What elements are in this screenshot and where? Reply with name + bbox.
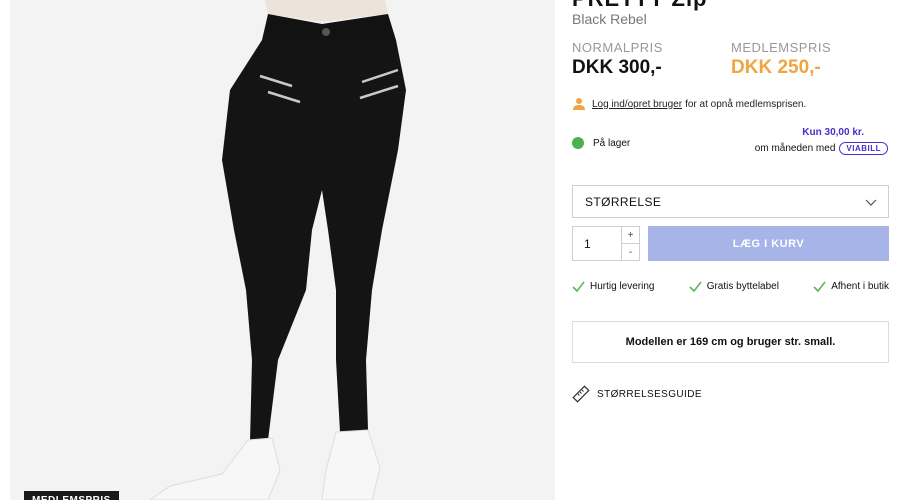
stock-label: På lager bbox=[593, 137, 631, 149]
user-icon bbox=[573, 98, 585, 110]
product-details: PRETTY Zip Black Rebel NORMALPRIS DKK 30… bbox=[572, 0, 890, 500]
size-select[interactable]: STØRRELSE bbox=[572, 185, 889, 218]
usp-list: Hurtig levering Gratis byttelabel Afhent… bbox=[572, 280, 889, 293]
stock-status: På lager bbox=[572, 137, 630, 149]
model-info: Modellen er 169 cm og bruger str. small. bbox=[572, 321, 889, 363]
member-price: MEDLEMSPRIS DKK 250,- bbox=[731, 40, 831, 79]
quantity-decrease-button[interactable]: - bbox=[622, 243, 639, 260]
login-prompt: Log ind/opret bruger for at opnå medlems… bbox=[572, 97, 806, 111]
usp-item: Gratis byttelabel bbox=[689, 280, 779, 293]
product-brand: Black Rebel bbox=[572, 11, 647, 27]
quantity-stepper[interactable]: 1 + - bbox=[572, 226, 640, 261]
usp-item: Hurtig levering bbox=[572, 280, 654, 293]
viabill-logo[interactable]: VIABILL bbox=[839, 142, 888, 155]
normal-price: NORMALPRIS DKK 300,- bbox=[572, 40, 663, 79]
financing-per-month: om måneden med bbox=[754, 143, 836, 154]
login-hint-text: for at opnå medlemsprisen. bbox=[685, 98, 807, 110]
size-guide-label: STØRRELSESGUIDE bbox=[597, 388, 702, 400]
chevron-down-icon bbox=[865, 199, 877, 206]
product-image[interactable]: MEDLEMSPRIS bbox=[10, 0, 555, 500]
usp-label: Afhent i butik bbox=[831, 281, 889, 292]
quantity-input[interactable]: 1 bbox=[573, 227, 621, 260]
in-stock-indicator bbox=[572, 137, 584, 149]
member-price-label: MEDLEMSPRIS bbox=[731, 40, 832, 55]
product-photo-jeans bbox=[149, 0, 406, 500]
member-price-value: DKK 250,- bbox=[731, 57, 821, 78]
financing-amount: Kun 30,00 kr. bbox=[802, 127, 864, 138]
checkmark-icon bbox=[572, 281, 585, 293]
size-select-label: STØRRELSE bbox=[585, 194, 662, 209]
normal-price-value: DKK 300,- bbox=[572, 57, 662, 78]
size-guide-link[interactable]: STØRRELSESGUIDE bbox=[572, 385, 702, 403]
add-to-cart-button[interactable]: LÆG I KURV bbox=[648, 226, 889, 261]
member-price-badge: MEDLEMSPRIS bbox=[24, 491, 119, 500]
usp-item: Afhent i butik bbox=[813, 280, 889, 293]
normal-price-label: NORMALPRIS bbox=[572, 40, 663, 55]
login-link[interactable]: Log ind/opret bruger bbox=[592, 99, 682, 110]
usp-label: Gratis byttelabel bbox=[706, 281, 779, 292]
checkmark-icon bbox=[813, 281, 826, 293]
financing-info: Kun 30,00 kr. om måneden med VIABILL bbox=[755, 127, 888, 155]
usp-label: Hurtig levering bbox=[590, 281, 655, 292]
ruler-icon bbox=[572, 385, 590, 403]
quantity-increase-button[interactable]: + bbox=[622, 227, 639, 243]
checkmark-icon bbox=[689, 281, 702, 293]
